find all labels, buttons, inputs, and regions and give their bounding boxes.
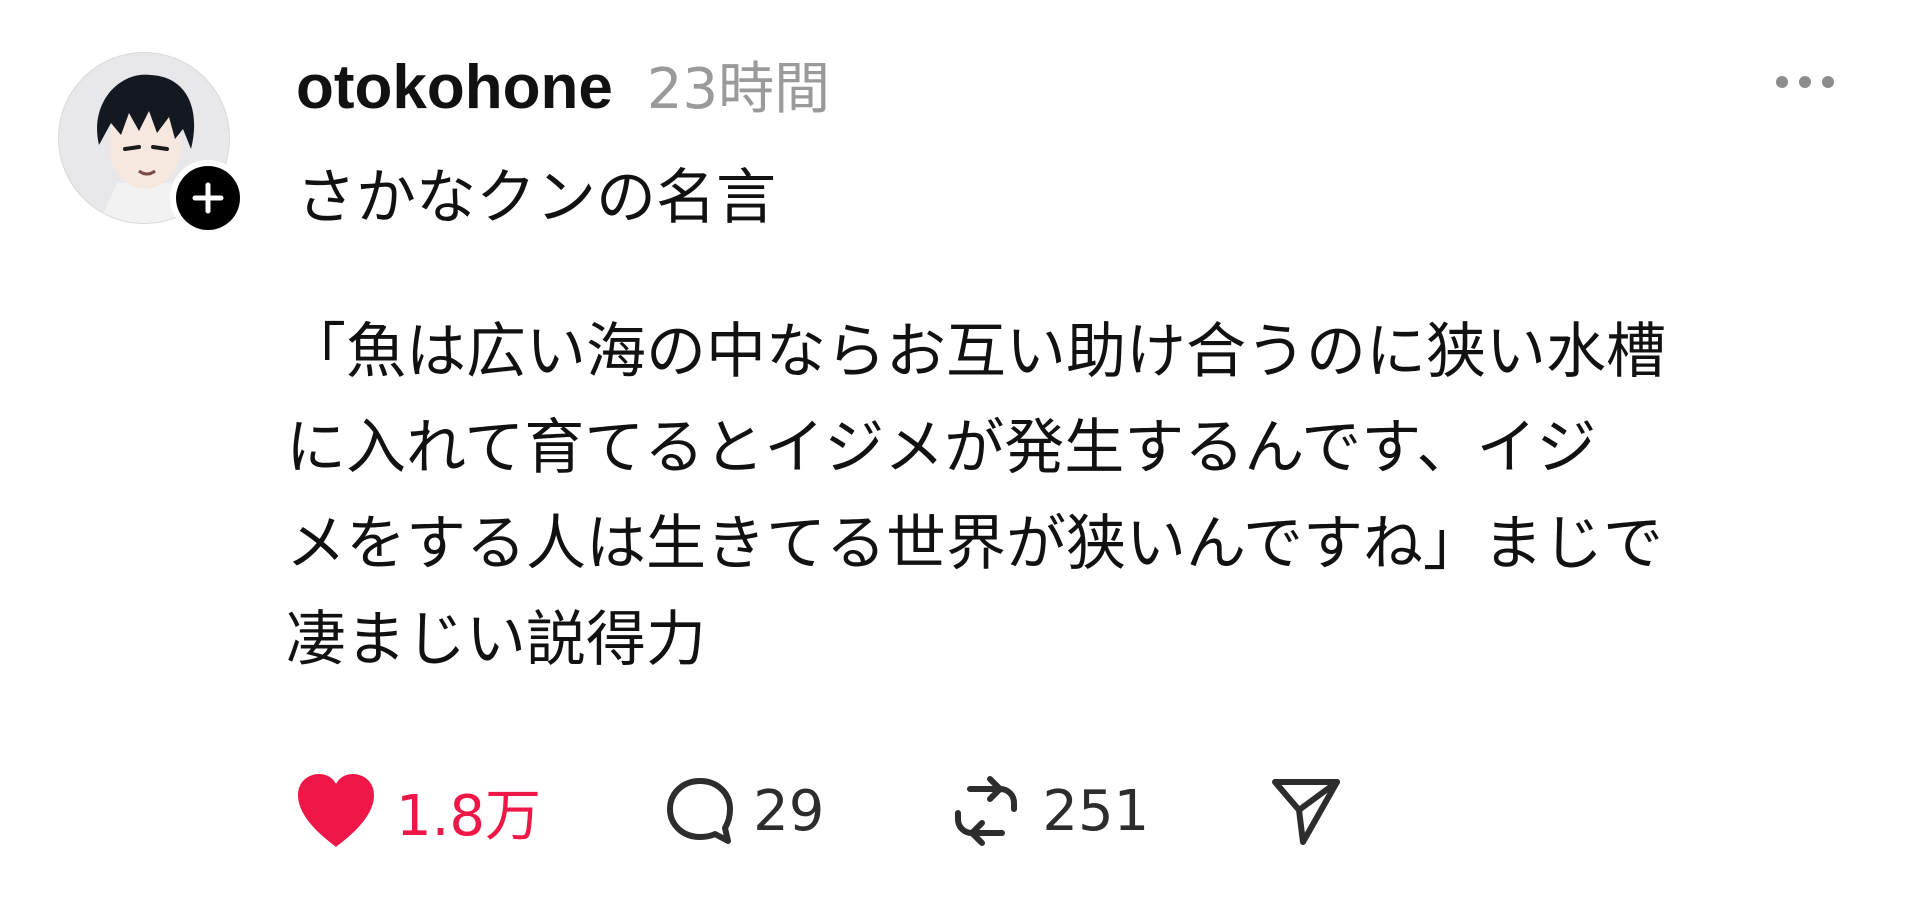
follow-button-inner [176,166,240,230]
post-title: さかなクンの名言 [296,163,776,233]
post-body-line: 凄まじい説得力 [286,605,706,675]
more-icon-dot [1822,76,1834,88]
avatar-wrapper [58,52,246,236]
action-bar: 1.8万 29 251 [294,766,1343,856]
repost-button[interactable]: 251 [948,773,1149,849]
plus-icon [192,182,224,214]
send-icon [1272,779,1341,845]
comment-bubble-icon [667,778,734,844]
post-header: otokohone 23時間 [296,44,830,125]
heart-icon [298,774,374,847]
more-options-button[interactable] [1776,76,1834,88]
repost-icon [955,776,1018,846]
like-count: 1.8万 [396,783,542,849]
post-body-line: 「魚は広い海の中ならお互い助け合うのに狭い水槽 [286,317,1666,387]
share-button[interactable] [1269,774,1343,848]
post: otokohone 23時間 さかなクンの名言 「魚は広い海の中ならお互い助け合… [0,0,1920,907]
username[interactable]: otokohone [296,52,613,123]
more-icon-dot [1799,76,1811,88]
more-icon [1776,76,1788,88]
follow-button[interactable] [170,160,246,236]
post-body: 「魚は広い海の中ならお互い助け合うのに狭い水槽 に入れて育てるとイジメが発生する… [286,304,1886,688]
like-button[interactable]: 1.8万 [294,771,541,852]
post-body-line: に入れて育てるとイジメが発生するんです、イジ [286,413,1597,483]
post-body-line: メをする人は生きてる世界が狭いんですね」まじで [286,509,1663,579]
repost-count: 251 [1042,778,1150,844]
reply-button[interactable]: 29 [665,776,824,846]
reply-count: 29 [753,778,825,844]
post-timestamp: 23時間 [646,57,831,122]
